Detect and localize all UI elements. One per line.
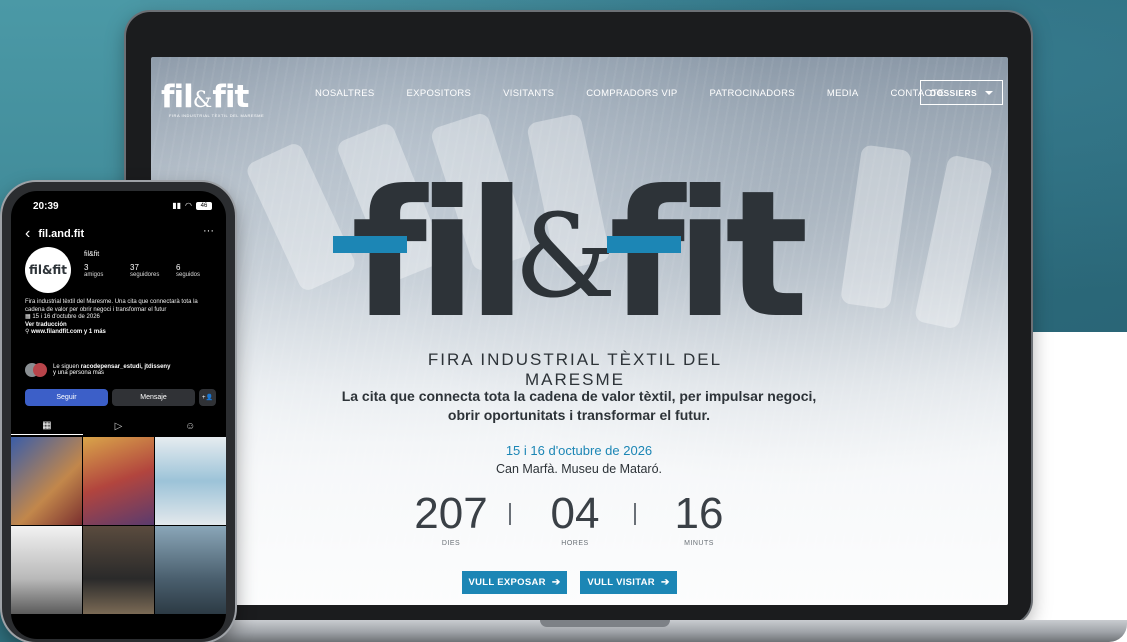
stat-following[interactable]: 6 seguidos [176, 263, 222, 278]
profile-username: fil.and.fit [38, 228, 85, 240]
countdown-days: 207 DIES [406, 489, 496, 548]
bio-link[interactable]: www.filandfit.com y 1 más [31, 329, 106, 335]
stat-followers-label: seguidores [130, 272, 160, 278]
followed-by[interactable]: Le siguen racodepensar_estudi, jtdisseny… [25, 363, 170, 377]
nav-logo[interactable]: fil&fit FIRA INDUSTRIAL TÈXTIL DEL MARES… [161, 79, 264, 118]
visit-button[interactable]: VULL VISITAR ➔ [580, 571, 677, 594]
main-nav: NOSALTRES EXPOSITORS VISITANTS COMPRADOR… [315, 88, 976, 99]
hero-logo-accent-bar [333, 236, 407, 253]
arrow-right-icon: ➔ [551, 577, 561, 588]
phone-time: 20:39 [33, 201, 59, 212]
countdown-separator [509, 503, 511, 525]
hero-tagline: FIRA INDUSTRIAL TÈXTIL DEL MARESME [427, 350, 723, 389]
hero-description-line2: obrir oportunitats i transformar el futu… [447, 407, 711, 423]
nav-patrocinadors[interactable]: PATROCINADORS [710, 88, 795, 99]
countdown-days-value: 207 [414, 489, 488, 538]
post-thumbnail[interactable] [11, 437, 82, 525]
nav-visitants[interactable]: VISITANTS [503, 88, 554, 99]
countdown-minutes-value: 16 [674, 489, 724, 538]
stat-following-label: seguidos [176, 272, 201, 278]
hero-logo: fil & fit [331, 154, 831, 357]
post-thumbnail[interactable] [11, 526, 82, 614]
hero-logo-fit: fit [609, 154, 809, 357]
profile-stats: 3 amigos 37 seguidores 6 seguidos [84, 263, 222, 278]
visit-button-label: VULL VISITAR [587, 577, 655, 588]
phone-status-icons: ▮▮ ◠ 46 [172, 201, 212, 210]
profile-tabs: ▦ ▷ ☺ [11, 417, 226, 435]
countdown-minutes: 16 MINUTS [654, 489, 744, 548]
message-button[interactable]: Mensaje [112, 389, 195, 406]
bio-date: 15 i 16 d'octubre de 2026 [32, 314, 100, 321]
stat-friends-label: amigos [84, 272, 104, 278]
post-thumbnail[interactable] [155, 526, 226, 614]
dossiers-dropdown-button[interactable]: DOSSIERS [920, 80, 1003, 105]
post-grid [11, 437, 226, 614]
countdown-days-label: DIES [441, 540, 461, 547]
nav-nosaltres[interactable]: NOSALTRES [315, 88, 375, 99]
tab-tagged-icon[interactable]: ☺ [154, 417, 226, 435]
logo-ampersand: & [192, 88, 213, 113]
profile-display-name: fil&fit [84, 251, 100, 258]
nav-expositors[interactable]: EXPOSITORS [407, 88, 472, 99]
countdown-separator [634, 503, 636, 525]
dossiers-label: DOSSIERS [929, 87, 978, 98]
battery-icon: 46 [196, 201, 212, 210]
followed-by-suffix: y una persona más [53, 370, 105, 376]
back-icon[interactable]: ‹ [25, 225, 30, 243]
exhibit-button[interactable]: VULL EXPOSAR ➔ [462, 571, 567, 594]
laptop-notch [540, 620, 670, 627]
translate-link[interactable]: Ver traducción [25, 322, 67, 328]
stat-friends[interactable]: 3 amigos [84, 263, 130, 278]
more-options-icon[interactable]: ··· [203, 225, 214, 237]
logo-word-fit: fit [212, 79, 249, 115]
bio-text: Fira industrial tèxtil del Maresme. Una … [25, 299, 198, 313]
countdown-minutes-label: MINUTS [684, 540, 714, 547]
post-thumbnail[interactable] [83, 437, 154, 525]
hero-logo-fil: fil [351, 154, 527, 357]
hero-logo-ampersand: & [514, 190, 617, 324]
logo-word-fil: fil [161, 79, 194, 115]
post-thumbnail[interactable] [155, 437, 226, 525]
laptop-screen: fil&fit FIRA INDUSTRIAL TÈXTIL DEL MARES… [151, 57, 1008, 605]
link-icon: ⚲ [25, 329, 30, 336]
nav-media[interactable]: MEDIA [827, 88, 859, 99]
phone-screen: 20:39 ▮▮ ◠ 46 ‹ fil.and.fit ··· fil&fit … [11, 191, 226, 639]
follow-button[interactable]: Seguir [25, 389, 108, 406]
logo-tagline: FIRA INDUSTRIAL TÈXTIL DEL MARESME [169, 113, 265, 118]
countdown: 207 DIES 04 HORES 16 MINUTS [406, 490, 746, 550]
avatar [33, 363, 47, 377]
countdown-hours-label: HORES [561, 540, 589, 547]
countdown-hours-value: 04 [550, 489, 600, 538]
calendar-icon: ▦ [25, 314, 31, 321]
nav-compradors-vip[interactable]: COMPRADORS VIP [586, 88, 677, 99]
event-venue: Can Marfà. Museu de Mataró. [495, 462, 663, 476]
event-date: 15 i 16 d'octubre de 2026 [505, 443, 653, 458]
stat-following-value: 6 [176, 263, 181, 272]
signal-icon: ▮▮ [172, 201, 182, 210]
stat-friends-value: 3 [84, 263, 89, 272]
stat-followers-value: 37 [130, 263, 139, 272]
profile-bio: Fira industrial tèxtil del Maresme. Una … [25, 299, 217, 337]
exhibit-button-label: VULL EXPOSAR [468, 577, 546, 588]
avatar[interactable]: fil&fit [25, 247, 71, 293]
follower-avatars [25, 363, 47, 377]
stat-followers[interactable]: 37 seguidores [130, 263, 176, 278]
hero-logo-accent-bar [607, 236, 681, 253]
profile-header: ‹ fil.and.fit [25, 225, 84, 243]
hero-description: La cita que connecta tota la cadena de v… [319, 387, 839, 425]
countdown-hours: 04 HORES [530, 489, 620, 548]
hero-description-line1: La cita que connecta tota la cadena de v… [341, 388, 817, 404]
chevron-down-icon [985, 90, 994, 95]
post-thumbnail[interactable] [83, 526, 154, 614]
tab-grid-icon[interactable]: ▦ [11, 417, 83, 435]
arrow-right-icon: ➔ [660, 577, 670, 588]
tab-reels-icon[interactable]: ▷ [83, 417, 155, 435]
followed-by-text: Le siguen racodepensar_estudi, jtdisseny… [53, 364, 170, 376]
wifi-icon: ◠ [185, 201, 192, 210]
phone-frame: 20:39 ▮▮ ◠ 46 ‹ fil.and.fit ··· fil&fit … [2, 182, 235, 642]
add-user-icon[interactable]: +👤 [199, 389, 216, 406]
